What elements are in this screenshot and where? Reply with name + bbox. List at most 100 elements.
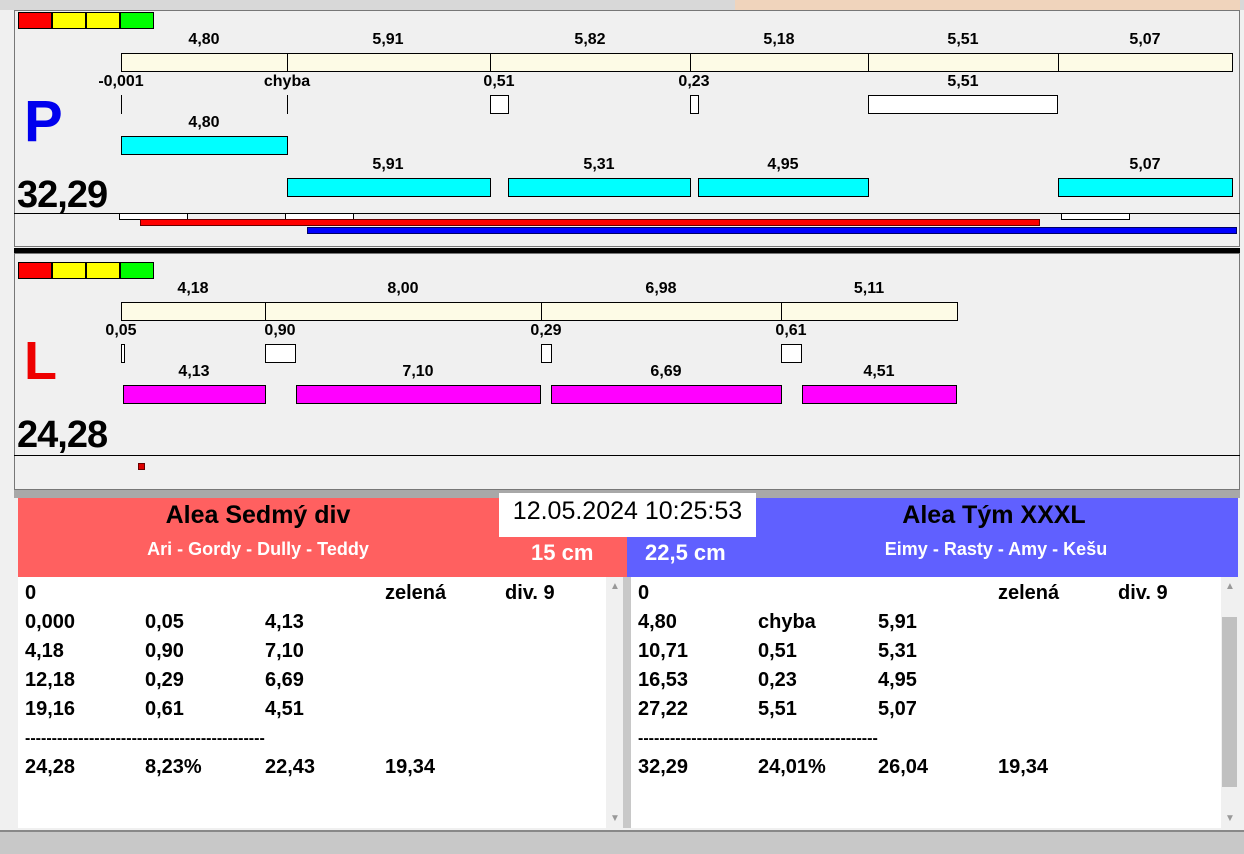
p-timeline-line: [14, 213, 1240, 214]
list-cell: 32,29: [638, 756, 689, 778]
p-total: 32,29: [17, 174, 108, 216]
l-magenta-bar: [802, 385, 957, 404]
l-gap-box: [265, 344, 296, 363]
l-top-label: 6,98: [645, 280, 677, 297]
list-cell: 5,91: [878, 611, 917, 633]
l-gap-box: [541, 344, 552, 363]
p-cyan-label: 5,31: [583, 156, 615, 173]
p-mid-label: -0,001: [98, 73, 144, 90]
p-mid-label: 0,51: [483, 73, 515, 90]
left-team-name: Alea Sedmý div: [165, 501, 351, 529]
p-top-label: 5,18: [763, 31, 795, 48]
right-team-size: 22,5 cm: [645, 540, 726, 565]
l-segment: [121, 302, 266, 321]
legend-red: [18, 262, 52, 279]
left-scrollbar[interactable]: ▲ ▼: [606, 577, 623, 828]
p-side-letter: P: [24, 89, 63, 154]
list-cell: 0,90: [145, 640, 184, 662]
list-cell: 24,28: [25, 756, 76, 778]
legend-yellow: [86, 262, 120, 279]
p-cyan-label: 5,07: [1129, 156, 1161, 173]
p-top-label: 5,07: [1129, 31, 1161, 48]
p-gap-box: [490, 95, 509, 114]
p-gap-box: [868, 95, 1058, 114]
p-cyan-bar: [1058, 178, 1233, 197]
l-segment: [781, 302, 958, 321]
l-magenta-label: 6,69: [650, 363, 682, 380]
list-cell: 0,05: [145, 611, 184, 633]
l-magenta-label: 7,10: [402, 363, 434, 380]
l-mid-label: 0,29: [530, 322, 562, 339]
right-results-list[interactable]: 0 zelená div. 9 4,80 chyba 5,91 10,71 0,51 5,31 1…: [631, 577, 1221, 828]
left-team-members: Ari - Gordy - Dully - Teddy: [147, 539, 369, 559]
p-gap-tick: [121, 95, 122, 114]
right-scrollbar[interactable]: ▲ ▼: [1221, 577, 1238, 828]
legend-yellow: [52, 262, 86, 279]
l-magenta-bar: [123, 385, 266, 404]
legend-green: [120, 262, 154, 279]
p-gap-box: [690, 95, 699, 114]
l-timeline-line: [14, 455, 1240, 456]
p-cyan-bar: [698, 178, 869, 197]
p-mid-label: chyba: [263, 73, 311, 90]
list-cell: 5,51: [758, 698, 797, 720]
l-top-label: 8,00: [387, 280, 419, 297]
list-cell: 12,18: [25, 669, 76, 691]
list-cell: 8,23%: [145, 756, 202, 778]
p-segment: [490, 53, 691, 72]
list-cell: 19,16: [25, 698, 76, 720]
legend-yellow: [52, 12, 86, 29]
list-cell: 4,13: [265, 611, 304, 633]
left-results-list[interactable]: 0 zelená div. 9 0,000 0,05 4,13 4,18 0,90 7,10 12…: [18, 577, 606, 828]
p-top-label: 4,80: [188, 31, 220, 48]
list-cell: zelená: [385, 582, 447, 604]
l-magenta-label: 4,13: [178, 363, 210, 380]
list-cell: 0: [638, 582, 650, 604]
list-cell: 0,000: [25, 611, 76, 633]
p-cyan-label: 5,91: [372, 156, 404, 173]
list-cell: 6,69: [265, 669, 304, 691]
l-mid-label: 0,05: [105, 322, 137, 339]
list-cell: 27,22: [638, 698, 689, 720]
p-segment: [1058, 53, 1233, 72]
l-segment: [541, 302, 782, 321]
list-cell: 26,04: [878, 756, 929, 778]
p-red-progress: [140, 219, 1040, 226]
list-cell: div. 9: [1118, 582, 1168, 604]
list-cell: chyba: [758, 611, 816, 633]
l-side-letter: L: [24, 331, 57, 391]
list-cell: 4,51: [265, 698, 304, 720]
list-cell: 4,80: [638, 611, 677, 633]
list-divider: [623, 577, 631, 828]
list-cell: 7,10: [265, 640, 304, 662]
list-cell: 4,95: [878, 669, 917, 691]
l-magenta-bar: [296, 385, 541, 404]
list-cell: 19,34: [385, 756, 436, 778]
list-cell: 10,71: [638, 640, 689, 662]
list-cell: div. 9: [505, 582, 555, 604]
list-cell: 0,51: [758, 640, 797, 662]
p-mid-label: 0,23: [678, 73, 710, 90]
p-cyan-bar: [121, 136, 288, 155]
p-cyan-label: 4,80: [188, 114, 220, 131]
list-cell: 0,29: [145, 669, 184, 691]
l-total: 24,28: [17, 414, 108, 456]
list-cell: 0,61: [145, 698, 184, 720]
p-cyan-label: 4,95: [767, 156, 799, 173]
list-cell: 5,07: [878, 698, 917, 720]
l-segment: [265, 302, 542, 321]
p-top-label: 5,82: [574, 31, 606, 48]
list-cell: 24,01%: [758, 756, 826, 778]
list-cell: ----------------------------------------…: [638, 730, 878, 747]
p-gap-tick: [287, 95, 288, 114]
l-magenta-bar: [551, 385, 782, 404]
l-gap-box: [121, 344, 125, 363]
list-cell: 4,18: [25, 640, 64, 662]
p-blue-progress: [307, 227, 1237, 234]
l-mid-label: 0,90: [264, 322, 296, 339]
bottom-bar: [0, 830, 1244, 854]
list-cell: 0,23: [758, 669, 797, 691]
l-top-label: 4,18: [177, 280, 209, 297]
list-cell: zelená: [998, 582, 1060, 604]
list-cell: 22,43: [265, 756, 316, 778]
